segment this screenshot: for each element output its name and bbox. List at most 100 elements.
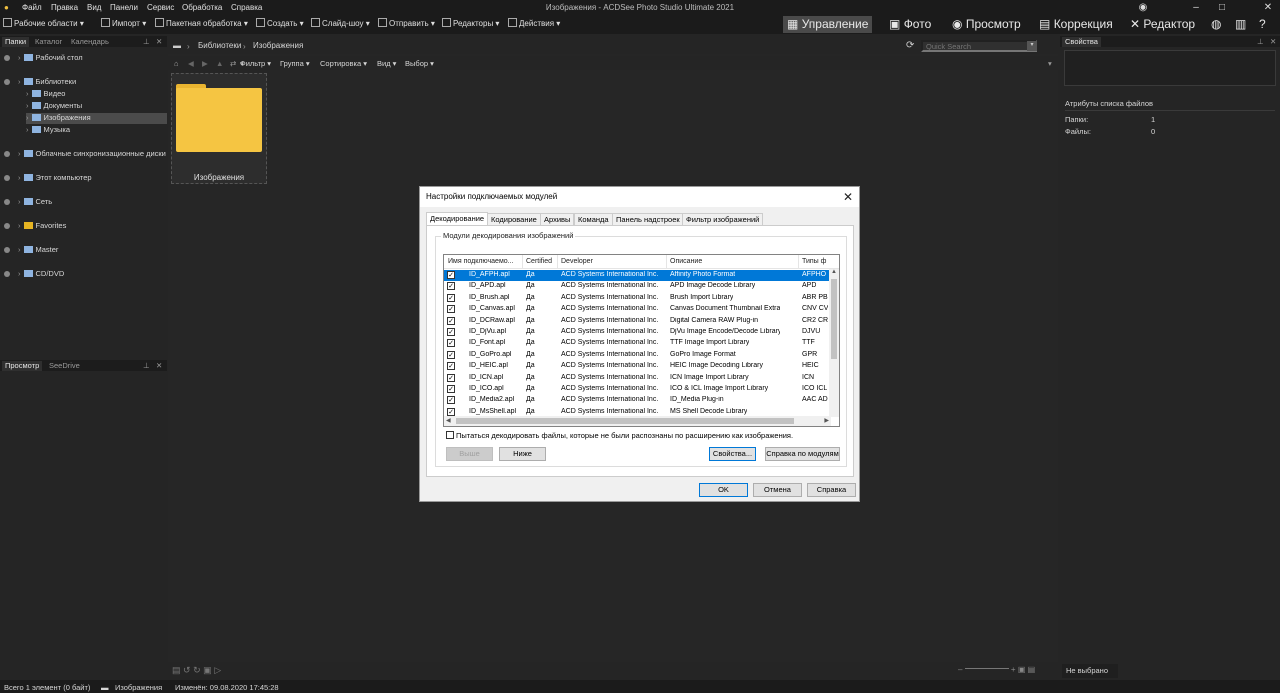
plugin-enabled-checkbox[interactable]: ✓ [447, 407, 455, 416]
expand-arrow-icon[interactable]: › [18, 77, 21, 86]
slideshow-small-icon[interactable]: ▷ [214, 665, 221, 675]
plugin-row[interactable]: ✓ ID_HEIC.apl Да ACD Systems International … [444, 361, 830, 372]
tab-preview[interactable]: Просмотр [2, 361, 43, 371]
plugin-enabled-checkbox[interactable]: ✓ [447, 316, 455, 325]
plugin-enabled-checkbox[interactable]: ✓ [447, 271, 455, 279]
try-decode-checkbox[interactable]: Пытаться декодировать файлы, которые не … [446, 431, 793, 440]
plugin-enabled-checkbox[interactable]: ✓ [447, 362, 455, 371]
sync-icon[interactable]: ⇄ [230, 59, 236, 68]
forward-icon[interactable]: ▶ [202, 59, 208, 68]
mode-view[interactable]: ◉ Просмотр [948, 16, 1025, 33]
plugin-row[interactable]: ✓ ID_DCRaw.apl Да ACD Systems International… [444, 316, 830, 327]
expand-arrow-icon[interactable]: › [18, 269, 21, 278]
batch-small-icon[interactable]: ▤ [172, 665, 181, 675]
pin-icon[interactable]: ⊥ [140, 37, 153, 47]
favorite-pin-icon[interactable] [4, 175, 10, 181]
menu-file[interactable]: Файл [22, 3, 42, 12]
modules-help-button[interactable]: Справка по модулям [765, 447, 840, 461]
menu-edit[interactable]: Правка [51, 3, 78, 12]
filter-bar-dropdown[interactable]: ▾ [1048, 59, 1052, 68]
col-types[interactable]: Типы ф [802, 258, 826, 265]
365-icon[interactable]: ◍ [1207, 16, 1225, 33]
plugin-row[interactable]: ✓ ID_GoPro.apl Да ACD Systems International… [444, 350, 830, 361]
dialog-close-icon[interactable]: ✕ [843, 187, 853, 207]
plugin-enabled-checkbox[interactable]: ✓ [447, 293, 455, 302]
plugin-list[interactable]: Имя подключаемо... Certified Developer О… [443, 254, 840, 427]
plugin-enabled-checkbox[interactable]: ✓ [447, 305, 455, 314]
scroll-right-icon[interactable]: ▶ [824, 417, 829, 424]
plugin-row[interactable]: ✓ ID_AFPH.apl Да ACD Systems International … [444, 270, 830, 282]
actions-menu[interactable]: Действия ▾ [508, 18, 560, 28]
plugin-row[interactable]: ✓ ID_Brush.apl Да ACD Systems International… [444, 293, 830, 304]
plugin-row[interactable]: ✓ ID_ICN.apl Да ACD Systems International I… [444, 373, 830, 384]
editors-menu[interactable]: Редакторы ▾ [442, 18, 499, 28]
rotate-right-icon[interactable]: ↻ [193, 665, 201, 675]
vertical-scrollbar[interactable]: ▲ [829, 269, 839, 417]
mode-develop[interactable]: ▤ Коррекция [1035, 16, 1117, 33]
tree-item[interactable]: › Видео [26, 89, 167, 100]
tab-archives[interactable]: Архивы [540, 213, 575, 225]
expand-arrow-icon[interactable]: › [18, 173, 21, 182]
properties-button[interactable]: Свойства... [709, 447, 756, 461]
plugin-row[interactable]: ✓ ID_Canvas.apl Да ACD Systems Internationa… [444, 304, 830, 315]
mode-manage[interactable]: ▦ Управление [783, 16, 873, 33]
zoom-slider[interactable] [964, 668, 1009, 669]
tree-item[interactable]: › Favorites [18, 221, 167, 232]
tab-catalog[interactable]: Каталог [32, 37, 65, 47]
tab-not-selected[interactable]: Не выбрано [1062, 664, 1118, 678]
back-icon[interactable]: ◀ [188, 59, 194, 68]
move-down-button[interactable]: Ниже [499, 447, 546, 461]
account-icon[interactable]: ◉ [1133, 1, 1153, 14]
menu-tools[interactable]: Сервис [147, 3, 174, 12]
ok-button[interactable]: OK [699, 483, 748, 497]
tree-item[interactable]: › Документы [26, 101, 167, 112]
expand-arrow-icon[interactable]: › [18, 221, 21, 230]
plugin-enabled-checkbox[interactable]: ✓ [447, 282, 455, 291]
move-up-button[interactable]: Выше [446, 447, 493, 461]
workspaces-menu[interactable]: Рабочие области ▾ [3, 18, 84, 28]
tab-image-filter[interactable]: Фильтр изображений [682, 213, 764, 225]
favorite-pin-icon[interactable] [4, 223, 10, 229]
folder-thumbnail[interactable]: Изображения [171, 73, 267, 184]
favorite-pin-icon[interactable] [4, 271, 10, 277]
col-certified[interactable]: Certified [526, 258, 552, 265]
app-logo-icon[interactable]: ● [4, 3, 9, 12]
plugin-enabled-checkbox[interactable]: ✓ [447, 373, 455, 382]
plugin-enabled-checkbox[interactable]: ✓ [447, 396, 455, 405]
plugin-enabled-checkbox[interactable]: ✓ [447, 339, 455, 348]
plugin-row[interactable]: ✓ ID_ICO.apl Да ACD Systems International I… [444, 384, 830, 395]
expand-arrow-icon[interactable]: › [26, 113, 29, 122]
send-menu[interactable]: Отправить ▾ [378, 18, 435, 28]
zoom-in-icon[interactable]: + [1011, 665, 1016, 674]
tree-item[interactable]: › CD/DVD [18, 269, 167, 280]
horizontal-scrollbar[interactable]: ◀ ▶ [444, 416, 831, 426]
tree-item[interactable]: › Облачные синхронизационные диски [18, 149, 167, 160]
tree-item[interactable]: › Изображения [26, 113, 167, 124]
plugin-row[interactable]: ✓ ID_APD.apl Да ACD Systems International I… [444, 281, 830, 292]
tab-command[interactable]: Команда [574, 213, 613, 225]
mode-edit[interactable]: ✕ Редактор [1126, 16, 1199, 33]
help-button[interactable]: Справка [807, 483, 856, 497]
tree-item[interactable]: › Музыка [26, 125, 167, 136]
menu-view[interactable]: Вид [87, 3, 101, 12]
up-icon[interactable]: ▲ [216, 59, 223, 68]
tab-folders[interactable]: Папки [2, 37, 30, 47]
plugin-row[interactable]: ✓ ID_DjVu.apl Да ACD Systems International … [444, 327, 830, 338]
plugin-enabled-checkbox[interactable]: ✓ [447, 385, 455, 393]
expand-arrow-icon[interactable]: › [18, 53, 21, 62]
scroll-up-icon[interactable]: ▲ [831, 269, 837, 275]
expand-arrow-icon[interactable]: › [18, 245, 21, 254]
panel-close-icon[interactable]: ✕ [153, 361, 165, 371]
plugin-row[interactable]: ✓ ID_Font.apl Да ACD Systems International … [444, 338, 830, 349]
tree-item[interactable]: › Master [18, 245, 167, 256]
plugin-enabled-checkbox[interactable]: ✓ [447, 328, 455, 336]
view-mode-menu-icon[interactable]: ▤ [1028, 665, 1036, 674]
favorite-pin-icon[interactable] [4, 151, 10, 157]
home-icon[interactable]: ⌂ [174, 59, 179, 68]
cancel-button[interactable]: Отмена [753, 483, 802, 497]
create-menu[interactable]: Создать ▾ [256, 18, 304, 28]
group-menu[interactable]: Группа ▾ [280, 59, 310, 68]
expand-arrow-icon[interactable]: › [26, 89, 29, 98]
dashboard-icon[interactable]: ▥ [1231, 16, 1250, 33]
col-name[interactable]: Имя подключаемо... [448, 258, 514, 265]
